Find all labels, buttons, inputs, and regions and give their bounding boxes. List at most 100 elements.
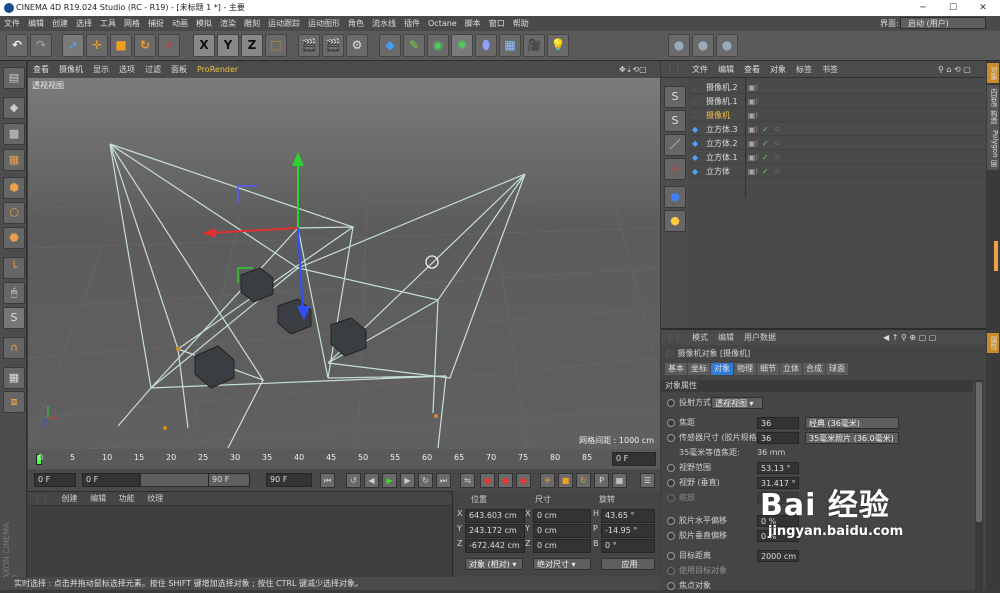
vp-menu-options[interactable]: 选项 (114, 61, 140, 78)
texture-mode-icon[interactable]: ▩ (3, 123, 25, 145)
loop-icon[interactable]: ⇆ (460, 473, 475, 488)
vp-menu-filter[interactable]: 过滤 (140, 61, 166, 78)
quantize-icon[interactable]: ● (664, 186, 686, 208)
goto-start-icon[interactable]: ⏮ (320, 473, 335, 488)
model-mode-icon[interactable]: ◆ (3, 97, 25, 119)
attr-tab-physical[interactable]: 物理 (734, 363, 756, 375)
record-active-icon[interactable]: ● (480, 473, 495, 488)
vp-menu-view[interactable]: 查看 (28, 61, 54, 78)
perspective-viewport[interactable]: 透视视图 网格间距 : 1000 cm (28, 78, 660, 449)
visibility-toggle-icon[interactable]: ▣⁝ (748, 165, 758, 178)
snap-settings-icon[interactable]: S (664, 110, 686, 132)
max-frame-field[interactable]: 90 F (266, 473, 312, 487)
cloner-icon[interactable]: ✺ (451, 34, 473, 57)
menu-pipeline[interactable]: 流水线 (368, 16, 400, 31)
goto-end-icon[interactable]: ⏭ (436, 473, 451, 488)
lock-workplane-icon[interactable]: ⧇ (3, 391, 25, 413)
coord-rotation-field[interactable]: -14.95 ° (601, 524, 655, 538)
object-name[interactable]: 摄像机 (706, 109, 730, 122)
obj-menu-objects[interactable]: 对象 (765, 61, 791, 78)
tweak-mode-icon[interactable]: 🖱 (3, 282, 25, 304)
visibility-toggle-icon[interactable]: ▣⁝ (748, 151, 758, 164)
attr-tab-stereo[interactable]: 立体 (780, 363, 802, 375)
xyz-lock-icon[interactable]: ● (664, 210, 686, 232)
obj-search-icon[interactable]: ⚲ ⌂ ⟲ ▢ (933, 61, 976, 78)
sensor-anim-dot[interactable] (667, 434, 675, 442)
obj-menu-file[interactable]: 文件 (687, 61, 713, 78)
menu-help[interactable]: 帮助 (509, 16, 533, 31)
fov-input[interactable]: 53.13 ° (757, 462, 799, 474)
rtab-layer[interactable]: 层 (987, 157, 999, 170)
mat-menu-create[interactable]: 创建 (57, 494, 83, 503)
timeline-menu-icon[interactable]: ☰ (640, 473, 655, 488)
coord-rotation-field[interactable]: 0 ° (601, 539, 655, 553)
axis-mode-icon[interactable]: └ (3, 257, 25, 279)
rtab-attributes[interactable]: 属性 (987, 333, 999, 353)
key-position-icon[interactable]: ✛ (540, 473, 555, 488)
timeline-frame-field[interactable]: 0 F (612, 452, 656, 466)
attr-scrollbar[interactable] (975, 380, 983, 590)
minimize-button[interactable]: ─ (908, 0, 938, 16)
menu-select[interactable]: 选择 (72, 16, 96, 31)
menu-animate[interactable]: 动画 (168, 16, 192, 31)
menu-tools[interactable]: 工具 (96, 16, 120, 31)
object-row[interactable]: 🎥 摄像机.1 ▣⁝ (690, 95, 984, 108)
prev-frame-icon[interactable]: ◀ (364, 473, 379, 488)
scale-icon[interactable]: ■ (110, 34, 132, 57)
coord-size-field[interactable]: 0 cm (533, 524, 591, 538)
coord-position-field[interactable]: 243.172 cm (465, 524, 525, 538)
vp-menu-prorender[interactable]: ProRender (192, 61, 243, 78)
object-name[interactable]: 摄像机.1 (706, 95, 738, 108)
enabled-check-icon[interactable]: ✓ (762, 137, 769, 150)
redo-icon[interactable]: ↷ (30, 34, 52, 57)
menu-file[interactable]: 文件 (0, 16, 24, 31)
coord-size-field[interactable]: 0 cm (533, 539, 591, 553)
attr-tab-basic[interactable]: 基本 (665, 363, 687, 375)
coord-mode-dropdown[interactable]: 对象 (相对) ▾ (465, 558, 523, 570)
rotate-icon[interactable]: ↻ (134, 34, 156, 57)
obj-menu-view[interactable]: 查看 (739, 61, 765, 78)
autokey-icon[interactable]: ● (498, 473, 513, 488)
visibility-toggle-icon[interactable]: ▣⁝ (748, 95, 758, 108)
focal-input[interactable]: 36 (757, 417, 799, 429)
live-select-icon[interactable]: ➚ (62, 34, 84, 57)
light-icon[interactable]: 💡 (547, 34, 569, 57)
y-axis-lock-icon[interactable]: Y (217, 34, 239, 57)
size-mode-dropdown[interactable]: 绝对尺寸 ▾ (533, 558, 591, 570)
phong-tag-icon[interactable]: ⁘ (774, 123, 781, 136)
workplane-align-icon[interactable]: ⊹ (664, 158, 686, 180)
mat-menu-function[interactable]: 功能 (114, 494, 140, 503)
visibility-toggle-icon[interactable]: ▣⁝ (748, 123, 758, 136)
coord-position-field[interactable]: -672.442 cm (465, 539, 525, 553)
menu-create[interactable]: 创建 (48, 16, 72, 31)
subdivision-surface-icon[interactable]: ◉ (427, 34, 449, 57)
key-rotation-icon[interactable]: ↻ (576, 473, 591, 488)
attr-menu-userdata[interactable]: 用户数据 (739, 333, 781, 342)
octane-material-icon[interactable]: ● (716, 34, 738, 57)
zoom-anim-dot[interactable] (667, 494, 675, 502)
attr-tab-composition[interactable]: 合成 (803, 363, 825, 375)
coord-size-field[interactable]: 0 cm (533, 509, 591, 523)
rtab-structure[interactable]: 构造 (987, 107, 999, 127)
workplane-icon[interactable]: ▦ (3, 367, 25, 389)
vp-menu-display[interactable]: 显示 (88, 61, 114, 78)
end-frame-field[interactable]: 90 F (208, 473, 250, 487)
obj-menu-bookmarks[interactable]: 书签 (817, 61, 843, 78)
enabled-check-icon[interactable]: ✓ (762, 165, 769, 178)
object-name[interactable]: 立方体.2 (706, 137, 738, 150)
focal-preset-dropdown[interactable]: 经典 (36毫米) (805, 417, 899, 429)
guide-icon[interactable]: ／ (664, 134, 686, 156)
coordinate-system-icon[interactable]: ⬚ (265, 34, 287, 57)
object-name[interactable]: 立方体 (706, 165, 730, 178)
attr-tab-details[interactable]: 细节 (757, 363, 779, 375)
attr-menu-edit[interactable]: 编辑 (713, 333, 739, 342)
coord-position-field[interactable]: 643.603 cm (465, 509, 525, 523)
phong-tag-icon[interactable]: ⁘ (774, 165, 781, 178)
undo-icon[interactable]: ↶ (6, 34, 28, 57)
octane-settings-icon[interactable]: ● (692, 34, 714, 57)
viewport-nav-icons[interactable]: ✥⇣⟲▢ (614, 61, 652, 78)
vshift-anim-dot[interactable] (667, 532, 675, 540)
coord-rotation-field[interactable]: 43.65 ° (601, 509, 655, 523)
apply-button[interactable]: 应用 (601, 558, 655, 570)
menu-character[interactable]: 角色 (344, 16, 368, 31)
